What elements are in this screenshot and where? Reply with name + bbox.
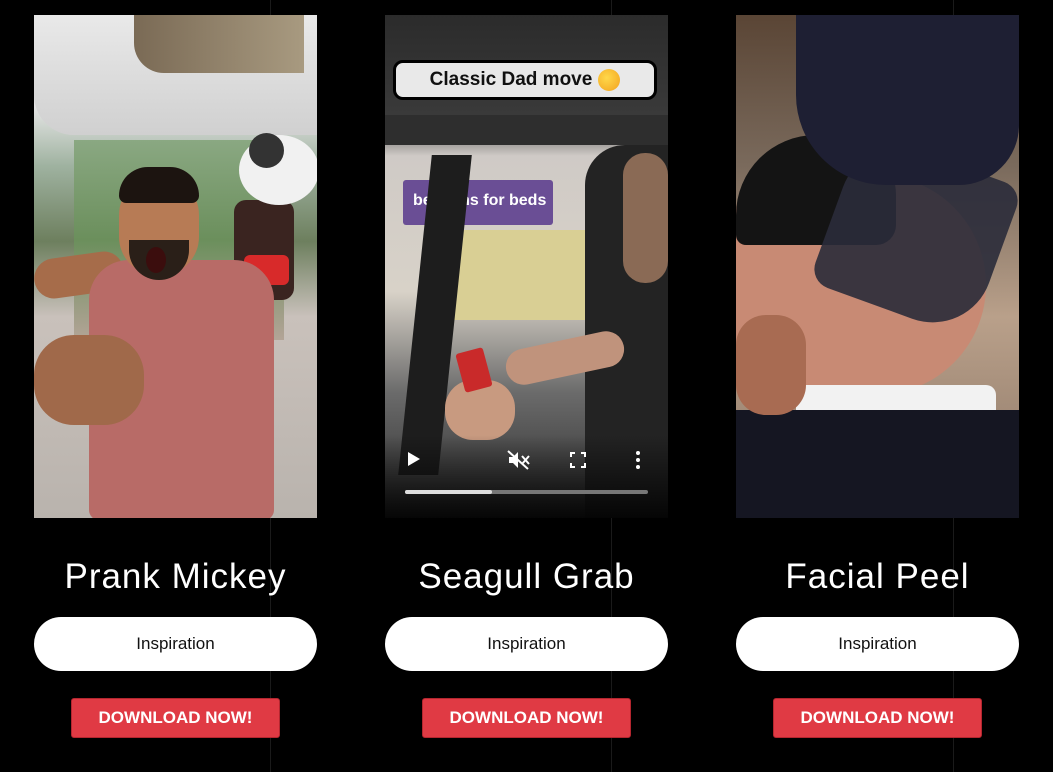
download-button[interactable]: DOWNLOAD NOW!	[773, 698, 982, 738]
more-vertical-icon[interactable]	[635, 450, 641, 475]
video-player[interactable]: bensons for beds Classic Dad move	[385, 15, 668, 518]
video-progress-fill	[405, 490, 493, 494]
template-card-seagull-grab: bensons for beds Classic Dad move Seagul…	[385, 15, 668, 738]
card-title: Seagull Grab	[418, 557, 635, 596]
caption-overlay: Classic Dad move	[393, 60, 657, 100]
download-button[interactable]: DOWNLOAD NOW!	[422, 698, 631, 738]
video-thumbnail[interactable]	[736, 15, 1019, 518]
video-thumbnail[interactable]	[34, 15, 317, 518]
card-title: Facial Peel	[785, 557, 970, 596]
fullscreen-icon[interactable]	[570, 452, 586, 473]
inspiration-button[interactable]: Inspiration	[34, 617, 317, 671]
card-title: Prank Mickey	[64, 557, 287, 596]
laughing-emoji-icon	[598, 69, 621, 91]
template-card-prank-mickey: Prank Mickey Inspiration DOWNLOAD NOW!	[34, 15, 317, 738]
video-progress-bar[interactable]	[405, 490, 648, 494]
caption-text: Classic Dad move	[429, 69, 593, 90]
inspiration-button[interactable]: Inspiration	[385, 617, 668, 671]
template-card-facial-peel: Facial Peel Inspiration DOWNLOAD NOW!	[736, 15, 1019, 738]
play-icon[interactable]	[407, 451, 421, 472]
muted-icon[interactable]	[507, 450, 531, 475]
inspiration-button[interactable]: Inspiration	[736, 617, 1019, 671]
download-button[interactable]: DOWNLOAD NOW!	[71, 698, 280, 738]
video-controls	[385, 435, 668, 518]
